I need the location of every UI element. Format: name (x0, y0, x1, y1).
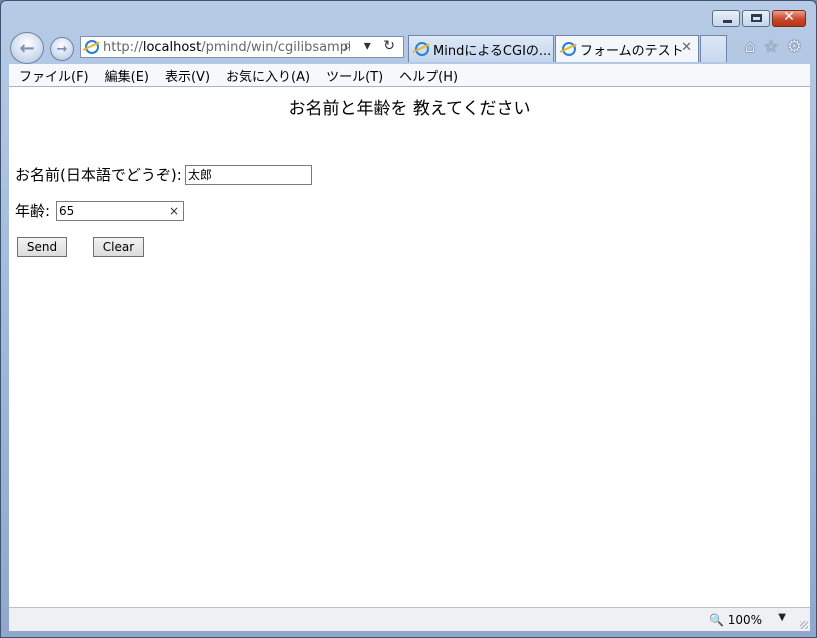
tab-mind-cgi[interactable]: MindによるCGIの... (408, 35, 554, 62)
ie-tab-icon (415, 42, 429, 56)
forward-button[interactable]: → (50, 37, 74, 61)
tab-close-icon[interactable]: ✕ (681, 40, 692, 55)
name-input[interactable]: 太郎 (185, 165, 312, 185)
back-button[interactable]: ← (10, 32, 44, 64)
minimize-button[interactable] (712, 10, 740, 27)
age-label: 年齢: (15, 202, 51, 220)
menu-file[interactable]: ファイル(F) (19, 66, 89, 85)
zoom-level[interactable]: 🔍 100% (709, 613, 762, 627)
url-path: /pmind/win/cgilibsample/t (201, 39, 350, 55)
minimize-icon (723, 20, 732, 23)
browser-window: ✕ ← → http://localhost/pmind/win/cgilibs… (0, 0, 817, 638)
clear-button[interactable]: Clear (93, 237, 144, 257)
resize-grip-icon[interactable] (800, 621, 808, 629)
forward-arrow-icon: → (56, 41, 68, 57)
name-label: お名前(日本語でどうぞ): (15, 166, 182, 184)
age-value: 65 (59, 204, 75, 218)
send-button[interactable]: Send (17, 237, 67, 257)
close-window-button[interactable]: ✕ (772, 9, 806, 27)
tab-label: MindによるCGIの... (433, 43, 552, 59)
tab-label: フォームのテスト (580, 43, 684, 59)
menu-edit[interactable]: 編集(E) (105, 66, 149, 85)
gear-icon[interactable]: ⚙ (787, 37, 802, 57)
close-icon: ✕ (783, 9, 795, 25)
ie-page-icon (85, 40, 99, 54)
menu-tools[interactable]: ツール(T) (326, 66, 383, 85)
page-content: お名前と年齢を 教えてください お名前(日本語でどうぞ): 太郎 年齢: 65 … (9, 87, 810, 607)
menu-bar: ファイル(F) 編集(E) 表示(V) お気に入り(A) ツール(T) ヘルプ(… (9, 64, 810, 87)
menu-view[interactable]: 表示(V) (165, 66, 210, 85)
home-icon[interactable]: ⌂ (745, 37, 756, 57)
maximize-icon (751, 14, 762, 22)
address-search-refresh-icons[interactable]: ⌕ ▾ ↻ (344, 38, 400, 54)
page-title: お名前と年齢を 教えてください (288, 99, 531, 119)
menu-favorites[interactable]: お気に入り(A) (226, 66, 310, 85)
ie-tab-icon (562, 42, 576, 56)
toolbar-icons: ⌂ ☆ ⚙ (745, 37, 802, 57)
favorites-star-icon[interactable]: ☆ (764, 37, 779, 57)
clear-input-icon[interactable]: × (169, 202, 179, 220)
address-bar[interactable]: http://localhost/pmind/win/cgilibsample/… (80, 36, 404, 58)
address-url[interactable]: http://localhost/pmind/win/cgilibsample/… (103, 40, 350, 55)
status-bar: 🔍 100% ▼ (9, 607, 810, 631)
tab-form-test[interactable]: フォームのテスト ✕ (555, 35, 699, 62)
url-prefix: http:// (103, 39, 143, 55)
chevron-down-icon[interactable]: ▼ (778, 612, 786, 623)
maximize-button[interactable] (742, 10, 770, 27)
age-input[interactable]: 65 × (56, 201, 184, 221)
url-host: localhost (142, 39, 202, 55)
back-arrow-icon: ← (19, 37, 35, 59)
caption-buttons: ✕ (712, 9, 806, 27)
menu-help[interactable]: ヘルプ(H) (399, 66, 458, 85)
new-tab-button[interactable] (700, 35, 727, 62)
